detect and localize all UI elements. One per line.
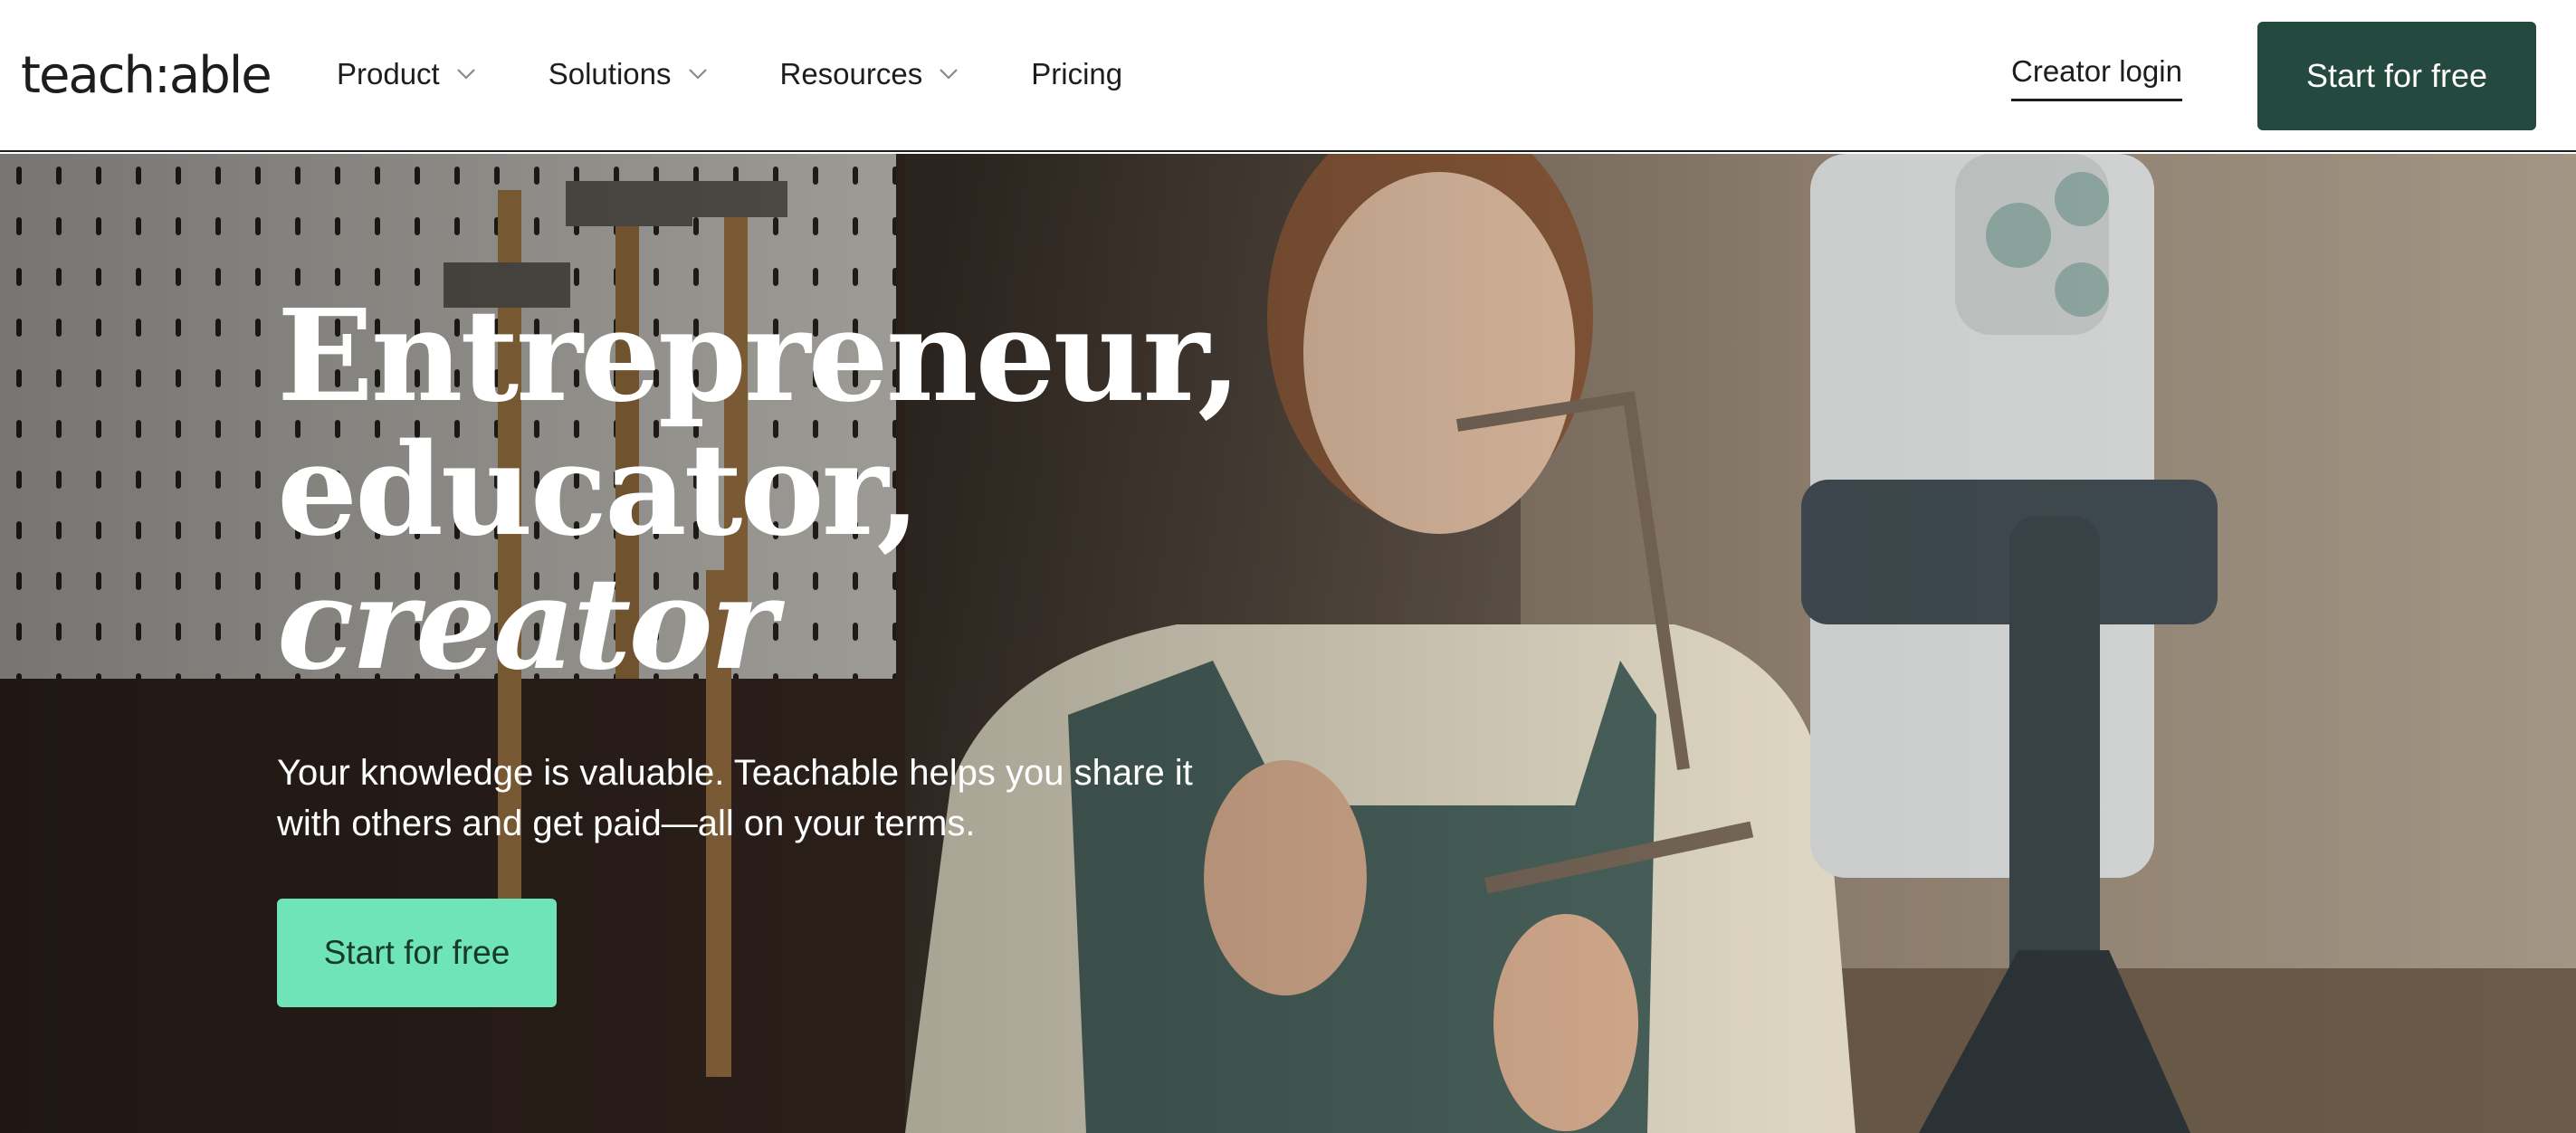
nav-item-label: Resources — [779, 57, 923, 90]
headline-line-educator: educator, — [277, 416, 921, 565]
hero-subtext: Your knowledge is valuable. Teachable he… — [277, 753, 1193, 843]
hero-section: Entrepreneur, educator, creator Your kno… — [0, 154, 2576, 1133]
nav-item-solutions[interactable]: Solutions — [549, 47, 708, 101]
main-nav: Product Solutions Resources Pricing — [337, 47, 1195, 101]
nav-item-label: Product — [337, 57, 440, 90]
headline-line-creator: creator — [277, 550, 778, 699]
nav-item-pricing[interactable]: Pricing — [1031, 47, 1122, 101]
chevron-down-icon — [456, 68, 476, 81]
creator-login-link[interactable]: Creator login — [2011, 51, 2182, 101]
chevron-down-icon — [939, 68, 959, 81]
headline-line-entrepreneur: Entrepreneur, — [277, 282, 1242, 431]
nav-item-resources[interactable]: Resources — [780, 47, 959, 101]
nav-item-label: Pricing — [1031, 57, 1123, 90]
hero-start-for-free-button[interactable]: Start for free — [277, 899, 557, 1007]
hero-headline: Entrepreneur, educator, creator — [277, 290, 1363, 691]
start-for-free-button[interactable]: Start for free — [2257, 22, 2536, 130]
site-header: teach:able Product Solutions Resources P… — [0, 0, 2576, 152]
chevron-down-icon — [688, 68, 708, 81]
nav-item-product[interactable]: Product — [337, 47, 476, 101]
nav-item-label: Solutions — [548, 57, 672, 90]
teachable-logo[interactable]: teach:able — [21, 43, 272, 109]
